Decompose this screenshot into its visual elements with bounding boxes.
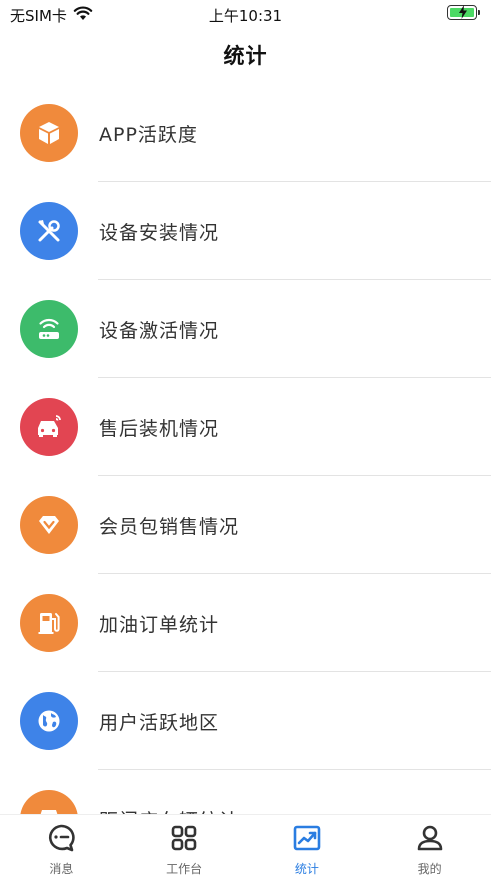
message-icon [46,823,76,857]
statistics-list: APP活跃度 设备安装情况 设备激活情况 售后装机情况 会员包销售情况 加油订单… [0,84,491,814]
globe-icon [20,692,78,750]
user-icon [415,823,445,857]
list-item-label: 设备安装情况 [99,222,220,244]
list-item-user-regions[interactable]: 用户活跃地区 [0,672,491,770]
diamond-icon [20,496,78,554]
list-item-label: 售后装机情况 [99,418,220,440]
tab-statistics[interactable]: 统计 [246,815,369,877]
list-item-label: 会员包销售情况 [99,516,240,538]
list-item-app-activity[interactable]: APP活跃度 [0,84,491,182]
tab-label: 消息 [49,862,74,876]
battery-icon [447,5,480,20]
chart-icon [292,823,322,857]
tab-label: 统计 [294,862,319,876]
list-item-device-install[interactable]: 设备安装情况 [0,182,491,280]
tab-messages[interactable]: 消息 [0,815,123,877]
grid-icon [169,823,199,857]
tab-label: 我的 [417,862,442,876]
page-title: 统计 [223,44,268,68]
car-icon [20,398,78,456]
list-item-after-sales[interactable]: 售后装机情况 [0,378,491,476]
nav-bar: 统计 [0,30,491,80]
list-item-device-activation[interactable]: 设备激活情况 [0,280,491,378]
list-item-membership-sales[interactable]: 会员包销售情况 [0,476,491,574]
list-item-label: 距门店车辆统计 [99,806,239,814]
cube-icon [20,104,78,162]
list-item-label: APP活跃度 [99,124,198,146]
tab-profile[interactable]: 我的 [368,815,491,877]
tab-label: 工作台 [166,862,203,876]
tab-bar: 消息 工作台 统计 我的 [0,814,491,877]
status-time: 上午10:31 [208,7,283,25]
store-icon [20,790,78,814]
router-icon [20,300,78,358]
list-item-label: 设备激活情况 [99,320,220,342]
list-item-label: 用户活跃地区 [99,712,220,734]
list-item-store-vehicles[interactable]: 距门店车辆统计 [0,770,491,814]
tools-icon [20,202,78,260]
status-bar: 无SIM卡 上午10:31 [0,0,491,30]
fuel-icon [20,594,78,652]
list-item-label: 加油订单统计 [99,614,220,636]
tab-workbench[interactable]: 工作台 [123,815,246,877]
list-item-fuel-orders[interactable]: 加油订单统计 [0,574,491,672]
